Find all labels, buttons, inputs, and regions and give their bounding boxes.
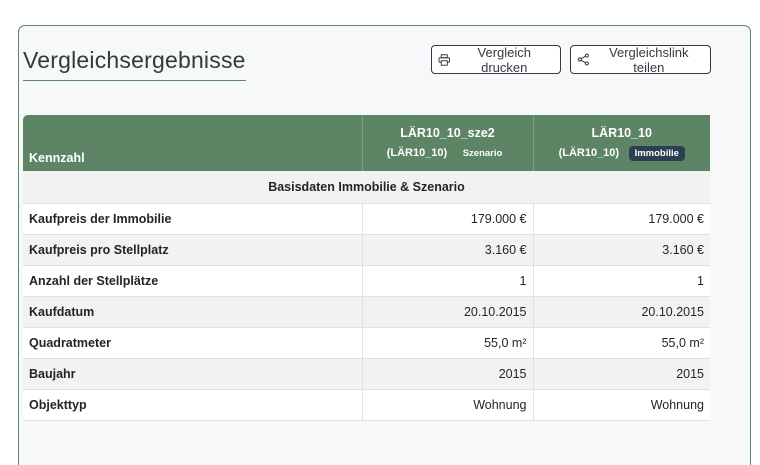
scenario-value: Wohnung xyxy=(362,389,534,421)
print-comparison-button[interactable]: Vergleich drucken xyxy=(431,44,561,75)
scenario-value: 1 xyxy=(362,265,534,297)
column-header-kennzahl: Kennzahl xyxy=(23,115,363,171)
section-title: Basisdaten Immobilie & Szenario xyxy=(23,171,710,204)
row-label: Anzahl der Stellplätze xyxy=(23,265,363,297)
table-row: Anzahl der Stellplätze 1 1 xyxy=(23,265,710,297)
row-label: Kaufpreis der Immobilie xyxy=(23,203,363,235)
scenario-name: LÄR10_10_sze2 xyxy=(400,125,495,140)
property-value: 20.10.2015 xyxy=(533,296,710,328)
scenario-value: 55,0 m² xyxy=(362,327,534,359)
scenario-value: 20.10.2015 xyxy=(362,296,534,328)
section-row: Basisdaten Immobilie & Szenario xyxy=(23,171,710,204)
share-button-label: Vergleichslink teilen xyxy=(609,44,689,75)
row-label: Quadratmeter xyxy=(23,327,363,359)
table-row: Kaufpreis pro Stellplatz 3.160 € 3.160 € xyxy=(23,234,710,266)
row-label: Kaufpreis pro Stellplatz xyxy=(23,234,363,266)
share-icon xyxy=(577,53,589,66)
scenario-badge: Szenario xyxy=(462,147,503,159)
share-link-button[interactable]: Vergleichslink teilen xyxy=(570,44,711,75)
property-subname: (LÄR10_10) xyxy=(558,146,620,159)
property-name: LÄR10_10 xyxy=(591,125,652,140)
property-value: 2015 xyxy=(533,358,710,390)
table-row: Quadratmeter 55,0 m² 55,0 m² xyxy=(23,327,710,359)
column-header-property: LÄR10_10 (LÄR10_10) Immobilie xyxy=(533,115,710,171)
scenario-value: 3.160 € xyxy=(362,234,534,266)
table-row: Kaufdatum 20.10.2015 20.10.2015 xyxy=(23,296,710,328)
scenario-value: 2015 xyxy=(362,358,534,390)
scenario-value: 179.000 € xyxy=(362,203,534,235)
row-label: Objekttyp xyxy=(23,389,363,421)
property-value: 1 xyxy=(533,265,710,297)
property-value: 3.160 € xyxy=(533,234,710,266)
print-button-label: Vergleich drucken xyxy=(477,44,531,75)
row-label: Kaufdatum xyxy=(23,296,363,328)
row-label: Baujahr xyxy=(23,358,363,390)
page-title: Vergleichsergebnisse xyxy=(23,47,246,81)
property-value: 179.000 € xyxy=(533,203,710,235)
column-header-scenario: LÄR10_10_sze2 (LÄR10_10) Szenario xyxy=(362,115,534,171)
table-row: Baujahr 2015 2015 xyxy=(23,358,710,390)
property-value: 55,0 m² xyxy=(533,327,710,359)
comparison-table: Kennzahl LÄR10_10_sze2 (LÄR10_10) Szenar… xyxy=(23,115,710,421)
printer-icon xyxy=(438,53,450,66)
property-value: Wohnung xyxy=(533,389,710,421)
table-header-row: Kennzahl LÄR10_10_sze2 (LÄR10_10) Szenar… xyxy=(23,115,710,171)
table-row: Objekttyp Wohnung Wohnung xyxy=(23,389,710,421)
property-badge: Immobilie xyxy=(628,145,685,161)
scenario-subname: (LÄR10_10) xyxy=(386,146,448,159)
table-row: Kaufpreis der Immobilie 179.000 € 179.00… xyxy=(23,203,710,235)
